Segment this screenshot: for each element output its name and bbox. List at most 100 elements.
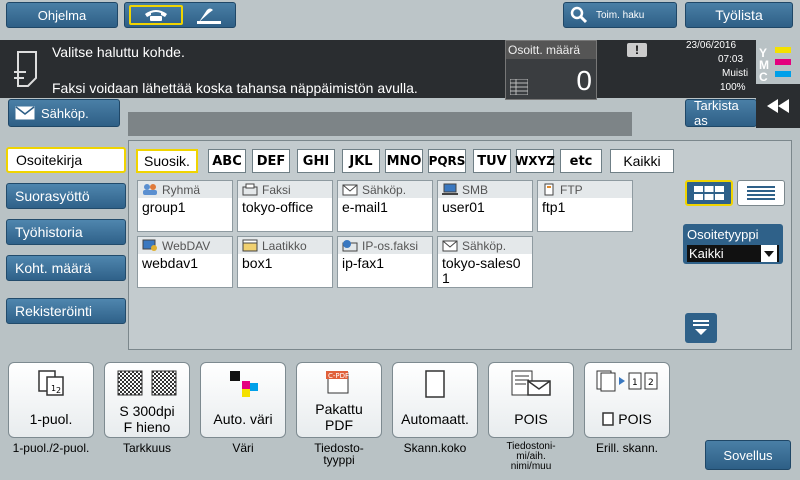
function-duplex-value: 1-puol. bbox=[29, 411, 73, 427]
fax-mode-toggle[interactable] bbox=[124, 2, 236, 28]
address-card-tokyo-sales01[interactable]: Sähköp. tokyo-sales01 bbox=[437, 236, 533, 288]
fax-document-icon bbox=[10, 50, 40, 90]
phone-icon[interactable] bbox=[129, 5, 183, 25]
function-file-name[interactable]: POIS bbox=[488, 362, 574, 438]
function-separate-scan-value: POIS bbox=[618, 411, 652, 427]
card-name: tokyo-sales01 bbox=[442, 255, 521, 286]
address-card-tokyo-office[interactable]: Faksi tokyo-office bbox=[237, 180, 333, 232]
svg-text:C-PDF: C-PDF bbox=[328, 372, 349, 380]
address-card-ip-fax1[interactable]: IP-os.faksi ip-fax1 bbox=[337, 236, 433, 288]
address-card-webdav1[interactable]: WebDAV webdav1 bbox=[137, 236, 233, 288]
function-resolution-value: S 300dpi F hieno bbox=[119, 403, 175, 435]
address-type-select[interactable]: Kaikki bbox=[687, 245, 779, 262]
color-icon bbox=[230, 371, 258, 397]
grid-view-button[interactable] bbox=[685, 180, 733, 206]
function-duplex[interactable]: 12 1-puol. bbox=[8, 362, 94, 438]
address-card-ftp1[interactable]: FTP ftp1 bbox=[537, 180, 633, 232]
card-name: group1 bbox=[142, 199, 186, 215]
toner-y-bar bbox=[775, 47, 791, 53]
list-view-button[interactable] bbox=[737, 180, 785, 206]
function-scan-size-caption: Skann.koko bbox=[403, 441, 467, 455]
handset-icon[interactable] bbox=[195, 6, 225, 26]
view-toggle bbox=[685, 180, 785, 206]
search-icon bbox=[570, 6, 588, 24]
list-icon bbox=[509, 78, 529, 96]
function-color-caption: Väri bbox=[232, 441, 254, 455]
card-type: Laatikko bbox=[262, 238, 307, 253]
group-icon bbox=[143, 184, 157, 195]
apply-button[interactable]: Sovellus bbox=[705, 440, 791, 470]
card-name: tokyo-office bbox=[242, 199, 314, 215]
toner-c-bar bbox=[775, 71, 791, 77]
index-key-wxyz[interactable]: WXYZ bbox=[515, 149, 555, 173]
grid-icon bbox=[694, 186, 724, 200]
index-key-ghi[interactable]: GHI bbox=[297, 149, 335, 173]
address-card-user01[interactable]: SMB user01 bbox=[437, 180, 533, 232]
function-scan-size[interactable]: Automaatt. bbox=[392, 362, 478, 438]
index-key-etc[interactable]: etc bbox=[560, 149, 602, 173]
duplex-icon: 12 bbox=[38, 370, 64, 396]
address-card-group1[interactable]: Ryhmä group1 bbox=[137, 180, 233, 232]
function-separate-scan[interactable]: 12 POIS bbox=[584, 362, 670, 438]
search-button[interactable]: Toim. haku bbox=[563, 2, 677, 28]
message-line-2: Faksi voidaan lähettää koska tahansa näp… bbox=[52, 80, 418, 96]
function-color[interactable]: Auto. väri bbox=[200, 362, 286, 438]
address-type-label: Osoitetyyppi bbox=[687, 227, 759, 242]
function-file-name-caption: Tiedostoni- mi/aih. nimi/muu bbox=[506, 441, 556, 472]
sidebar-item-direct-input[interactable]: Suorasyöttö bbox=[6, 183, 126, 209]
rewind-icon bbox=[767, 99, 789, 113]
card-name: ip-fax1 bbox=[342, 255, 385, 271]
card-type: SMB bbox=[462, 182, 489, 197]
index-key-pqrs[interactable]: PQRS bbox=[428, 149, 466, 173]
sidebar-item-job-history[interactable]: Työhistoria bbox=[6, 219, 126, 245]
ipfax-icon bbox=[342, 240, 358, 252]
function-duplex-caption: 1-puol./2-puol. bbox=[12, 441, 90, 455]
fax-icon bbox=[242, 183, 258, 196]
function-resolution[interactable]: S 300dpi F hieno bbox=[104, 362, 190, 438]
destination-count-box: Osoitt. määrä 0 bbox=[505, 40, 597, 100]
function-scan-size-value: Automaatt. bbox=[401, 411, 469, 427]
index-key-abc[interactable]: ABC bbox=[208, 149, 246, 173]
message-line-1: Valitse haluttu kohde. bbox=[52, 44, 185, 60]
email-icon bbox=[342, 184, 358, 195]
index-favorites[interactable]: Suosik. bbox=[136, 149, 198, 173]
search-label: Toim. haku bbox=[596, 9, 645, 21]
memory-value: 100% bbox=[720, 82, 746, 93]
email-icon bbox=[15, 106, 35, 120]
check-settings-button[interactable]: Tarkista as bbox=[685, 99, 757, 127]
list-icon bbox=[747, 186, 775, 200]
card-name: ftp1 bbox=[542, 199, 566, 215]
destination-count-label: Osoitt. määrä bbox=[506, 41, 596, 59]
card-type: Ryhmä bbox=[162, 182, 201, 197]
box-icon bbox=[242, 239, 258, 252]
address-strip bbox=[128, 112, 632, 136]
file-name-icon bbox=[511, 370, 551, 396]
ftp-icon bbox=[544, 183, 554, 196]
top-bar bbox=[0, 0, 800, 40]
function-color-value: Auto. väri bbox=[213, 411, 273, 427]
index-key-def[interactable]: DEF bbox=[252, 149, 290, 173]
email-tab-label: Sähköp. bbox=[41, 105, 89, 121]
job-list-button[interactable]: Työlista bbox=[685, 2, 793, 28]
function-file-type-value: Pakattu PDF bbox=[315, 401, 363, 433]
sidebar-item-dest-count[interactable]: Koht. määrä bbox=[6, 255, 126, 281]
card-name: webdav1 bbox=[142, 255, 199, 271]
program-button[interactable]: Ohjelma bbox=[6, 2, 118, 28]
destination-count-value: 0 bbox=[576, 65, 592, 96]
index-all[interactable]: Kaikki bbox=[610, 149, 674, 173]
card-name: box1 bbox=[242, 255, 273, 271]
index-key-jkl[interactable]: JKL bbox=[342, 149, 380, 173]
address-card-e-mail1[interactable]: Sähköp. e-mail1 bbox=[337, 180, 433, 232]
address-card-box1[interactable]: Laatikko box1 bbox=[237, 236, 333, 288]
index-key-mno[interactable]: MNO bbox=[385, 149, 423, 173]
function-file-type[interactable]: C-PDF Pakattu PDF bbox=[296, 362, 382, 438]
scroll-down-button[interactable] bbox=[685, 313, 717, 343]
email-tab-button[interactable]: Sähköp. bbox=[8, 99, 120, 127]
register-button[interactable]: Rekisteröinti bbox=[6, 298, 126, 324]
card-type: Sähköp. bbox=[362, 182, 407, 197]
sidebar-item-address-book[interactable]: Osoitekirja bbox=[6, 147, 126, 173]
address-type-box: Osoitetyyppi Kaikki bbox=[683, 224, 783, 264]
collapse-panel-button[interactable] bbox=[756, 84, 800, 128]
smb-icon bbox=[442, 183, 458, 195]
index-key-tuv[interactable]: TUV bbox=[473, 149, 511, 173]
